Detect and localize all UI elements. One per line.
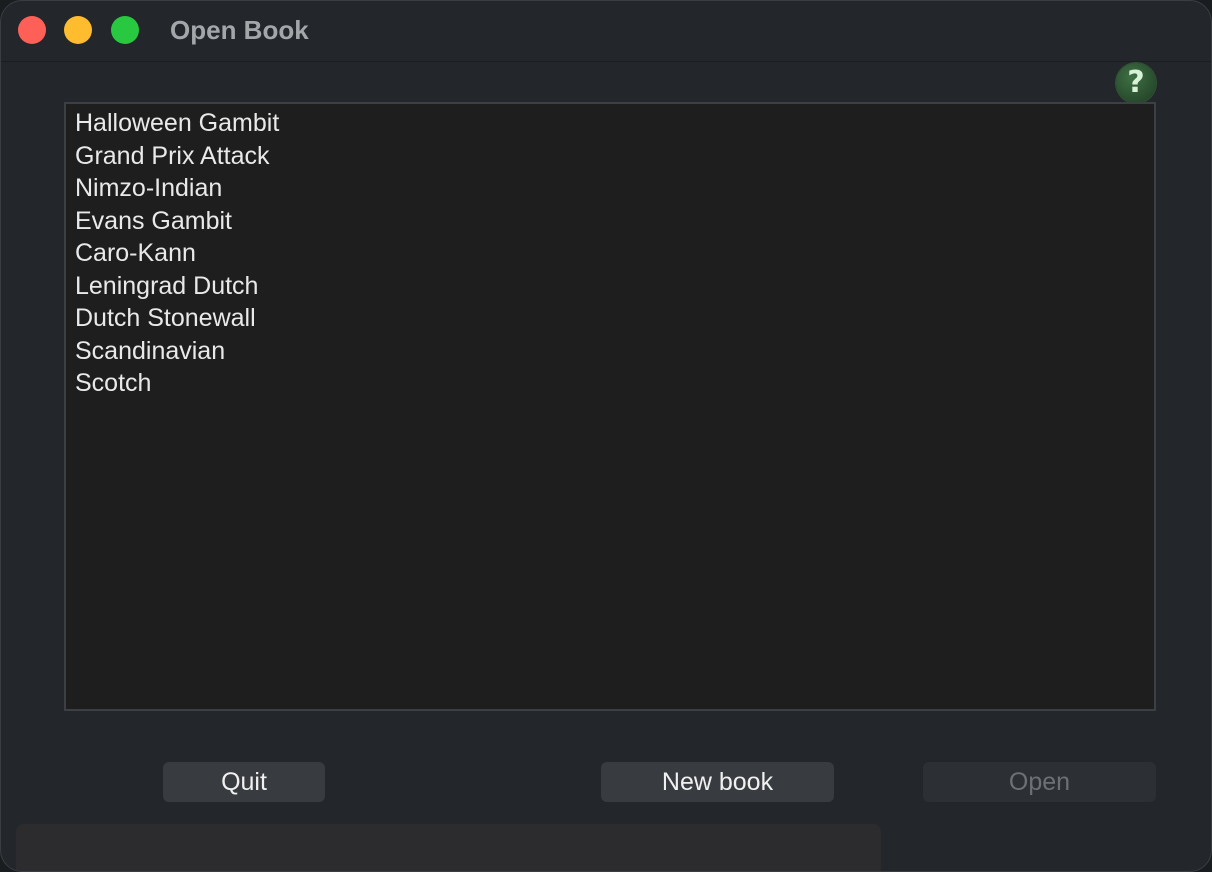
help-icon: ? [1127, 65, 1145, 100]
quit-button[interactable]: Quit [163, 762, 325, 802]
status-bar [16, 824, 881, 871]
window-title: Open Book [170, 15, 309, 45]
title-bar: Open Book [1, 1, 1211, 62]
book-item[interactable]: Scandinavian [66, 335, 1154, 368]
book-item[interactable]: Grand Prix Attack [66, 140, 1154, 173]
book-item[interactable]: Caro-Kann [66, 237, 1154, 270]
book-item[interactable]: Scotch [66, 367, 1154, 400]
book-item[interactable]: Dutch Stonewall [66, 302, 1154, 335]
book-item[interactable]: Halloween Gambit [66, 107, 1154, 140]
help-button[interactable]: ? [1116, 63, 1156, 103]
zoom-window-button[interactable] [111, 16, 139, 44]
close-window-button[interactable] [18, 16, 46, 44]
new-book-button[interactable]: New book [601, 762, 834, 802]
book-list[interactable]: Halloween Gambit Grand Prix Attack Nimzo… [64, 102, 1156, 711]
book-item[interactable]: Leningrad Dutch [66, 270, 1154, 303]
book-item[interactable]: Nimzo-Indian [66, 172, 1154, 205]
book-item[interactable]: Evans Gambit [66, 205, 1154, 238]
open-book-window: Open Book ? Halloween Gambit Grand Prix … [0, 0, 1212, 872]
minimize-window-button[interactable] [64, 16, 92, 44]
open-button[interactable]: Open [923, 762, 1156, 802]
